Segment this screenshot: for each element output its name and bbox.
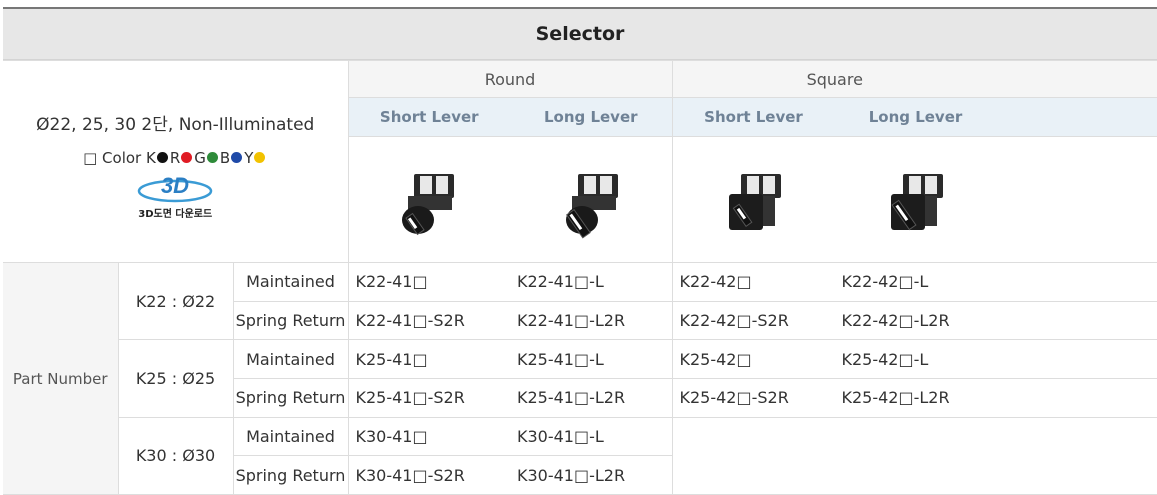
square-parts-cell: K25-42□-S2R K25-42□-L2R — [671, 378, 1157, 418]
3d-download-link[interactable]: 3D도면 다운로드 — [3, 205, 348, 220]
color-letter-k: K — [146, 148, 156, 167]
color-dot-blue — [231, 152, 243, 163]
group-header-row: Ø22, 25, 30 2단, Non-Illuminated □ Color … — [3, 60, 1157, 263]
part-number: K22-42□-L — [841, 272, 929, 292]
part-number: K30-41□-S2R — [355, 465, 465, 485]
round-parts-cell: K25-41□-S2R K25-41□-L2R — [347, 378, 673, 418]
round-images-cell — [347, 136, 673, 263]
part-number: K30-41□-L2R — [517, 465, 626, 485]
part-number-label: Part Number — [3, 261, 119, 495]
type-label: Maintained — [232, 416, 349, 457]
part-number: K22-41□-L — [517, 272, 604, 292]
color-dot-black — [156, 152, 168, 163]
square-sub-headers: Short Lever Long Lever — [671, 97, 1157, 137]
color-letter-b: B — [219, 148, 231, 167]
color-letter-g: G — [194, 148, 206, 167]
part-number: K25-41□-L — [517, 349, 604, 369]
round-long-lever-image — [565, 173, 618, 238]
size-label: K22 : Ø22 — [117, 261, 234, 341]
type-label: Spring Return — [232, 455, 349, 495]
square-parts-cell: K22-42□ K22-42□-L — [671, 262, 1157, 302]
color-letter-y: Y — [244, 148, 254, 167]
round-parts-cell: K30-41□ K30-41□-L — [347, 416, 673, 457]
part-number: K25-42□ — [679, 349, 752, 369]
round-parts-cell: K30-41□-S2R K30-41□-L2R — [347, 455, 673, 495]
color-dot-green — [206, 152, 218, 163]
round-short-lever-image — [402, 173, 455, 235]
product-info-cell: Ø22, 25, 30 2단, Non-Illuminated □ Color … — [3, 60, 349, 263]
round-long-lever-header: Long Lever — [543, 108, 638, 126]
group-square: Square — [671, 60, 1157, 98]
round-parts-cell: K22-41□ K22-41□-L — [347, 262, 673, 302]
square-short-lever-header: Short Lever — [704, 108, 803, 126]
part-number: K25-42□-S2R — [679, 388, 789, 408]
square-parts-empty-cell — [671, 416, 1157, 495]
part-number: K25-42□-L2R — [841, 388, 950, 408]
part-number: K25-42□-L — [841, 349, 929, 369]
square-long-lever-header: Long Lever — [868, 108, 963, 126]
table-row: K30 : Ø30 Maintained K30-41□ K30-41□-L — [3, 416, 1157, 495]
part-number: K30-41□ — [355, 427, 428, 447]
square-parts-cell: K25-42□ K25-42□-L — [671, 339, 1157, 380]
square-long-lever-image — [890, 173, 943, 230]
part-number: K25-41□-L2R — [517, 388, 626, 408]
type-label: Maintained — [232, 262, 349, 302]
part-number: K22-41□-S2R — [355, 311, 465, 331]
type-label: Maintained — [232, 339, 349, 380]
page-title: Selector — [3, 7, 1157, 60]
square-parts-cell: K22-42□-S2R K22-42□-L2R — [671, 300, 1157, 341]
selector-table: Ø22, 25, 30 2단, Non-Illuminated □ Color … — [3, 60, 1157, 495]
part-number: K30-41□-L — [517, 427, 604, 447]
round-short-lever-header: Short Lever — [379, 108, 479, 126]
color-letter-r: R — [169, 148, 181, 167]
square-images-cell — [671, 136, 1157, 263]
round-parts-cell: K22-41□-S2R K22-41□-L2R — [347, 300, 673, 341]
type-label: Spring Return — [232, 378, 349, 418]
round-sub-headers: Short Lever Long Lever — [347, 97, 673, 137]
part-number: K22-42□-S2R — [679, 311, 789, 331]
size-label: K30 : Ø30 — [117, 416, 234, 495]
3d-download-icon[interactable]: 3D — [135, 171, 215, 205]
color-dot-yellow — [254, 152, 266, 163]
table-row: Part Number K22 : Ø22 Maintained K22-41□… — [3, 261, 1157, 495]
part-number: K22-41□-L2R — [517, 311, 626, 331]
size-label: K25 : Ø25 — [117, 339, 234, 418]
part-number: K22-41□ — [355, 272, 428, 292]
table-row: K25 : Ø25 Maintained K25-41□ K25-41□-L K2… — [3, 339, 1157, 418]
type-label: Spring Return — [232, 300, 349, 341]
spec-text: Ø22, 25, 30 2단, Non-Illuminated — [36, 114, 315, 135]
color-dot-red — [181, 152, 193, 163]
3d-logo-text: 3D — [161, 173, 189, 198]
part-number: K22-42□ — [679, 272, 752, 292]
part-number: K25-41□ — [355, 349, 428, 369]
square-short-lever-image — [728, 173, 781, 230]
round-parts-cell: K25-41□ K25-41□-L — [347, 339, 673, 380]
color-options: □ Color K R G B Y — [3, 149, 348, 167]
color-prefix: □ Color — [83, 148, 142, 167]
group-round: Round — [347, 60, 673, 98]
part-number: K22-42□-L2R — [841, 311, 950, 331]
part-number: K25-41□-S2R — [355, 388, 465, 408]
